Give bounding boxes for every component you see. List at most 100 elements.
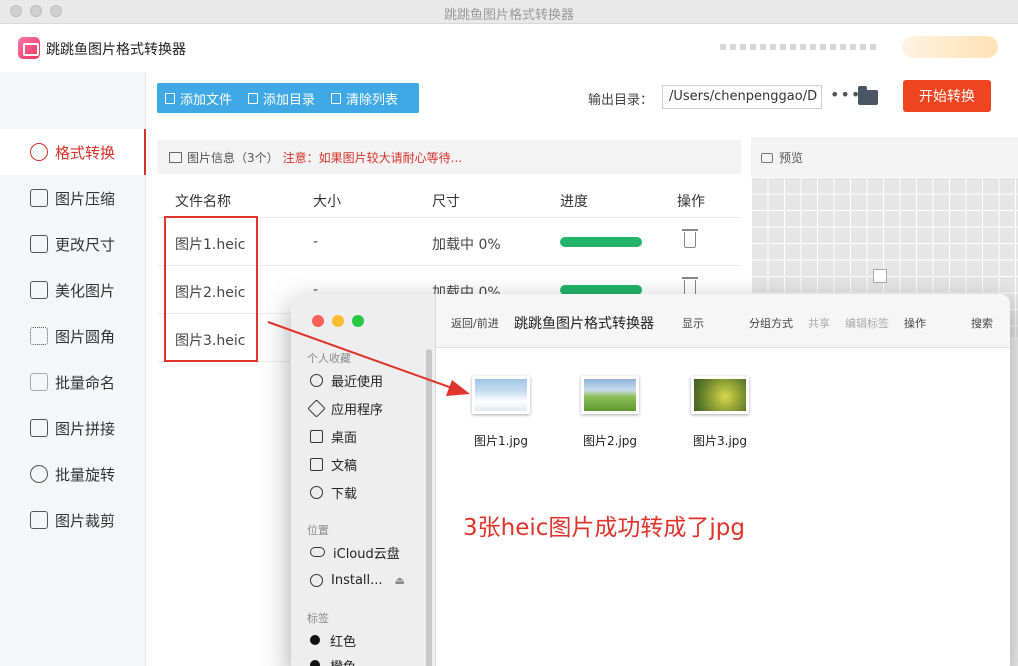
app-header: 跳跳鱼图片格式转换器 — [0, 24, 1018, 72]
more-options-button[interactable]: ••• — [830, 85, 861, 104]
finder-item-icloud[interactable]: iCloud云盘 — [310, 541, 400, 563]
finder-zoom-button[interactable] — [352, 315, 364, 327]
stitch-icon — [30, 419, 48, 437]
sidebar-item-rename[interactable]: 批量命名 — [0, 359, 146, 405]
finder-item-label: 最近使用 — [331, 374, 384, 390]
cloud-icon — [310, 547, 325, 557]
file-toolbar: 添加文件 添加目录 清除列表 — [157, 83, 419, 113]
image-info-bar: 图片信息（3个） 注意：如果图片较大请耐心等待... — [157, 140, 741, 174]
preview-icon — [761, 152, 773, 163]
window-title: 跳跳鱼图片格式转换器 — [443, 8, 574, 23]
folder-icon — [248, 92, 259, 104]
group-by-button[interactable]: 分组方式 — [749, 315, 793, 331]
file-thumbnail-1[interactable] — [472, 376, 530, 414]
clear-list-label: 清除列表 — [346, 92, 399, 108]
finder-tag-orange[interactable]: 橙色 — [310, 654, 356, 666]
view-button[interactable]: 显示 — [682, 315, 704, 331]
crop-icon — [30, 511, 48, 529]
sidebar-item-stitch[interactable]: 图片拼接 — [0, 405, 146, 451]
add-file-button[interactable]: 添加文件 — [157, 83, 240, 113]
broken-image-icon — [873, 269, 887, 283]
finder-minimize-button[interactable] — [332, 315, 344, 327]
finder-close-button[interactable] — [312, 315, 324, 327]
output-directory-label: 输出目录： — [588, 93, 654, 108]
open-folder-icon[interactable] — [858, 86, 878, 105]
eject-icon[interactable]: ⏏ — [395, 574, 405, 587]
tag-dot-icon — [310, 635, 320, 645]
start-convert-button[interactable]: 开始转换 — [903, 80, 991, 112]
disk-icon — [310, 573, 323, 587]
sidebar-item-beautify[interactable]: 美化图片 — [0, 267, 146, 313]
add-directory-label: 添加目录 — [263, 92, 316, 108]
sidebar-item-label: 批量命名 — [55, 373, 116, 392]
header-size: 大小 — [313, 193, 341, 210]
sidebar-item-label: 图片裁剪 — [55, 511, 116, 530]
file-size: - — [313, 234, 319, 250]
finder-item-label: 桌面 — [331, 430, 358, 446]
finder-item-desktop[interactable]: 桌面 — [310, 425, 357, 447]
warning-text: 注意：如果图片较大请耐心等待... — [282, 150, 463, 165]
finder-tag-red[interactable]: 红色 — [310, 629, 356, 651]
finder-item-documents[interactable]: 文稿 — [310, 453, 357, 475]
finder-item-label: Install... — [331, 572, 383, 588]
back-forward-button[interactable]: 返回/前进 — [451, 315, 499, 331]
output-directory-input[interactable]: /Users/chenpenggao/D — [662, 85, 822, 109]
finder-window: 个人收藏 最近使用 应用程序 桌面 文稿 下载 位置 iCloud云盘 Inst… — [291, 294, 1010, 666]
edit-tags-button[interactable]: 编辑标签 — [845, 315, 889, 331]
finder-sidebar-scrollbar[interactable] — [426, 349, 432, 666]
finder-title: 跳跳鱼图片格式转换器 — [514, 316, 654, 332]
sidebar-item-resize[interactable]: 更改尺寸 — [0, 221, 146, 267]
beautify-icon — [30, 281, 48, 299]
file-label-1[interactable]: 图片1.jpg — [474, 432, 528, 449]
sidebar-item-label: 批量旋转 — [55, 465, 116, 484]
rounded-corner-icon — [30, 327, 48, 345]
rotate-icon — [30, 465, 48, 483]
finder-item-downloads[interactable]: 下载 — [310, 481, 357, 503]
sidebar-item-label: 图片拼接 — [55, 419, 116, 438]
header-actions: 操作 — [677, 193, 705, 210]
search-button[interactable]: 搜索 — [971, 315, 993, 331]
sidebar-item-crop[interactable]: 图片裁剪 — [0, 497, 146, 543]
header-dimensions: 尺寸 — [432, 193, 460, 210]
window-titlebar: 跳跳鱼图片格式转换器 — [0, 0, 1018, 24]
action-button[interactable]: 操作 — [904, 315, 926, 331]
finder-item-install[interactable]: Install... ⏏ — [310, 569, 405, 591]
header-filename: 文件名称 — [175, 193, 231, 210]
header-progress: 进度 — [560, 193, 588, 210]
add-directory-button[interactable]: 添加目录 — [240, 83, 323, 113]
share-button[interactable]: 共享 — [808, 315, 830, 331]
finder-item-applications[interactable]: 应用程序 — [307, 397, 384, 419]
image-icon — [169, 151, 182, 163]
finder-toolbar: 返回/前进 跳跳鱼图片格式转换器 显示 分组方式 共享 编辑标签 操作 搜索 — [436, 294, 1010, 348]
clear-list-button[interactable]: 清除列表 — [323, 83, 406, 113]
file-dimensions: 加载中 0% — [432, 237, 501, 253]
sidebar-item-rotate[interactable]: 批量旋转 — [0, 451, 146, 497]
finder-item-label: 下载 — [331, 486, 358, 502]
finder-item-recents[interactable]: 最近使用 — [310, 369, 383, 391]
sidebar-item-rounded-corner[interactable]: 图片圆角 — [0, 313, 146, 359]
highlight-box — [164, 216, 258, 362]
finder-item-label: 橙色 — [330, 656, 356, 666]
file-label-3[interactable]: 图片3.jpg — [693, 432, 747, 449]
convert-icon — [30, 143, 48, 161]
annotation-text: 3张heic图片成功转成了jpg — [463, 515, 745, 541]
sidebar: 格式转换 图片压缩 更改尺寸 美化图片 图片圆角 批量命名 图片拼接 批量旋转 … — [0, 72, 147, 666]
finder-item-label: 应用程序 — [331, 402, 384, 418]
tags-heading: 标签 — [307, 612, 329, 625]
file-label-2[interactable]: 图片2.jpg — [583, 432, 637, 449]
preview-title: 预览 — [779, 151, 804, 165]
finder-item-label: 红色 — [330, 634, 357, 650]
sidebar-item-label: 美化图片 — [55, 281, 116, 300]
sidebar-item-label: 格式转换 — [55, 143, 116, 162]
sidebar-item-format-convert[interactable]: 格式转换 — [0, 129, 147, 175]
delete-icon[interactable] — [682, 229, 698, 248]
finder-item-label: iCloud云盘 — [333, 546, 400, 562]
desktop-icon — [310, 429, 323, 443]
sidebar-item-compress[interactable]: 图片压缩 — [0, 175, 146, 221]
file-thumbnail-3[interactable] — [691, 376, 749, 414]
locations-heading: 位置 — [307, 524, 329, 537]
compress-icon — [30, 189, 48, 207]
account-pill[interactable] — [902, 36, 998, 58]
file-thumbnail-2[interactable] — [581, 376, 639, 414]
app-name: 跳跳鱼图片格式转换器 — [46, 42, 186, 58]
